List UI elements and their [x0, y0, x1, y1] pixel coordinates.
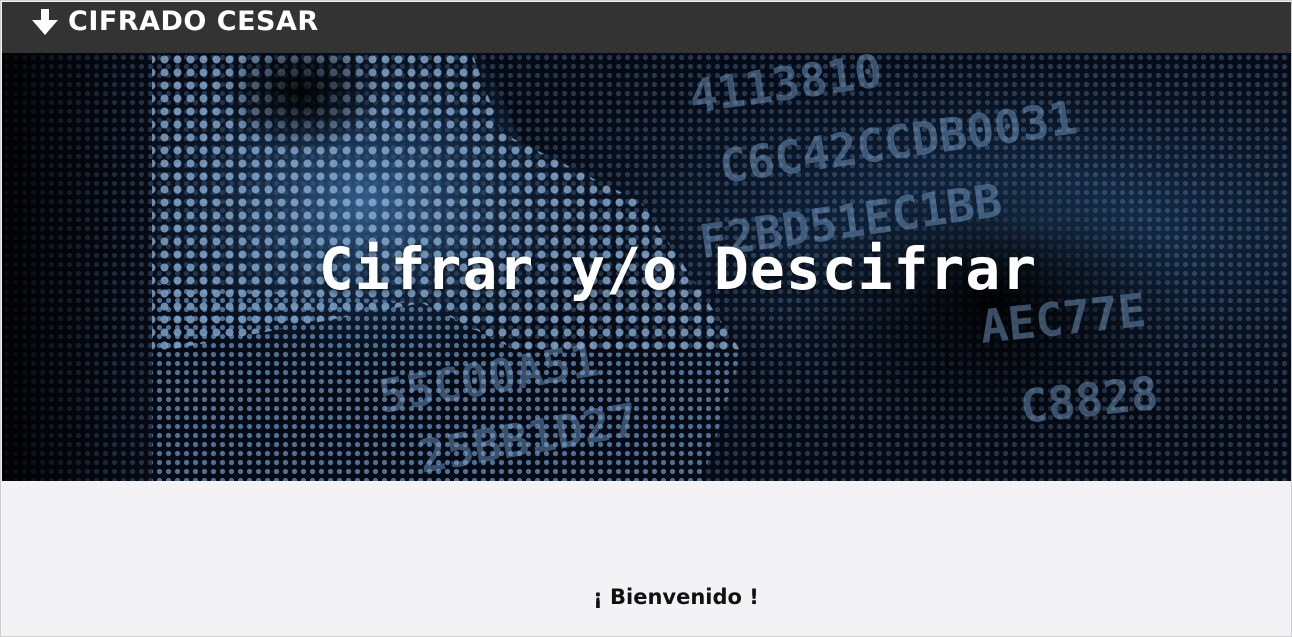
hero-title: Cifrar y/o Descifrar [318, 235, 1038, 303]
brand-title: CIFRADO CESAR [68, 6, 319, 37]
arrow-down-icon [30, 7, 60, 37]
page-frame: CIFRADO CESAR 4113810 C6C42CCDB0031 F2BD… [0, 0, 1292, 637]
brand-link[interactable]: CIFRADO CESAR [30, 6, 319, 37]
hero-banner: 4113810 C6C42CCDB0031 F2BD51EC1BB AEC77E… [2, 53, 1291, 481]
top-navbar: CIFRADO CESAR [2, 2, 1291, 53]
welcome-message: ¡ Bienvenido ! [593, 585, 759, 609]
